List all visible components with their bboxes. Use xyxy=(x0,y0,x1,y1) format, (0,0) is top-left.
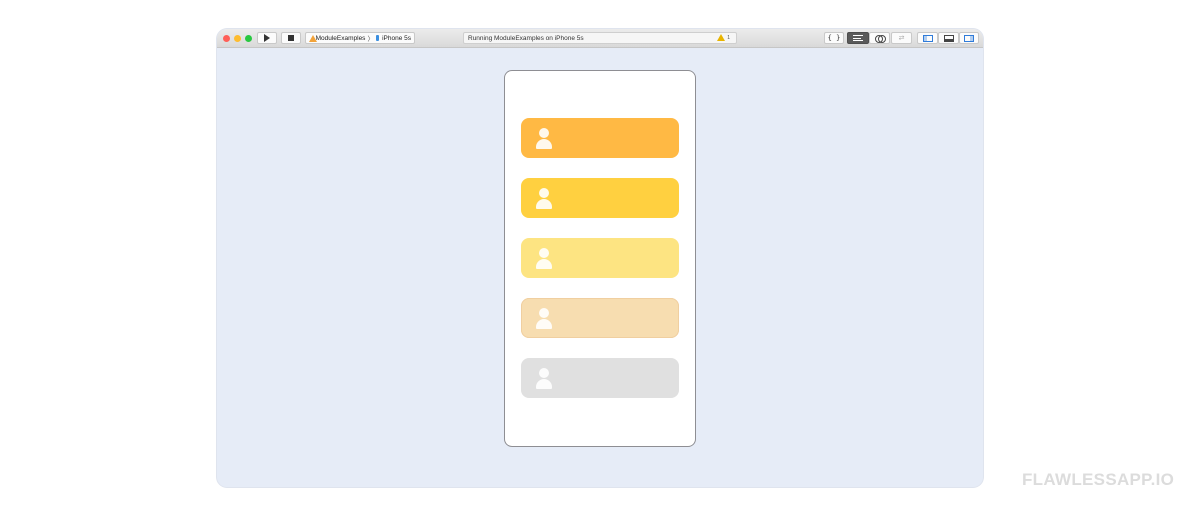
xcode-window: ModuleExamples 〉 iPhone 5s Running Modul… xyxy=(217,29,983,487)
toolbar: ModuleExamples 〉 iPhone 5s Running Modul… xyxy=(217,29,983,48)
person-icon xyxy=(535,368,552,390)
person-icon xyxy=(535,248,552,270)
scheme-selector[interactable]: ModuleExamples 〉 iPhone 5s xyxy=(305,32,415,44)
assistant-icon xyxy=(874,34,886,43)
debug-area-icon xyxy=(943,34,954,42)
list-item[interactable] xyxy=(521,238,679,278)
stop-icon xyxy=(288,35,294,41)
scheme-project-label: ModuleExamples xyxy=(315,34,366,42)
list-item[interactable] xyxy=(521,178,679,218)
run-button[interactable] xyxy=(257,32,277,44)
stop-button[interactable] xyxy=(281,32,301,44)
navigator-icon xyxy=(922,34,933,42)
close-window-button[interactable] xyxy=(223,35,230,42)
inspector-icon xyxy=(964,34,974,42)
warning-count: 1 xyxy=(727,34,730,41)
scheme-device-label: iPhone 5s xyxy=(382,34,411,42)
minimize-window-button[interactable] xyxy=(234,35,241,42)
person-icon xyxy=(535,188,552,210)
toggle-debug-area-button[interactable] xyxy=(938,32,959,44)
toggle-navigator-button[interactable] xyxy=(917,32,938,44)
warning-indicator[interactable]: 1 xyxy=(717,34,730,41)
toggle-inspector-button[interactable] xyxy=(959,32,979,44)
editor-icon xyxy=(853,35,863,41)
assistant-editor-button[interactable] xyxy=(869,32,890,44)
person-icon xyxy=(535,128,552,150)
play-icon xyxy=(264,34,270,42)
activity-status-bar: Running ModuleExamples on iPhone 5s 1 xyxy=(463,32,737,44)
warning-icon xyxy=(717,34,726,41)
version-editor-button[interactable]: ⇄ xyxy=(891,32,912,44)
watermark: FLAWLESSAPP.IO xyxy=(1022,470,1175,489)
version-icon: ⇄ xyxy=(898,35,905,42)
status-text: Running ModuleExamples on iPhone 5s xyxy=(468,34,584,42)
list-item[interactable] xyxy=(521,358,679,398)
iphone-simulator-frame xyxy=(504,70,696,447)
braces-icon: { } xyxy=(827,34,841,42)
chevron-right-icon: 〉 xyxy=(367,36,374,43)
device-icon xyxy=(375,35,380,41)
zoom-window-button[interactable] xyxy=(245,35,252,42)
standard-editor-button[interactable] xyxy=(847,32,869,44)
list-item[interactable] xyxy=(521,298,679,338)
library-button[interactable]: { } xyxy=(824,32,844,44)
hammer-icon xyxy=(309,34,317,42)
list-item[interactable] xyxy=(521,118,679,158)
person-icon xyxy=(535,308,552,330)
